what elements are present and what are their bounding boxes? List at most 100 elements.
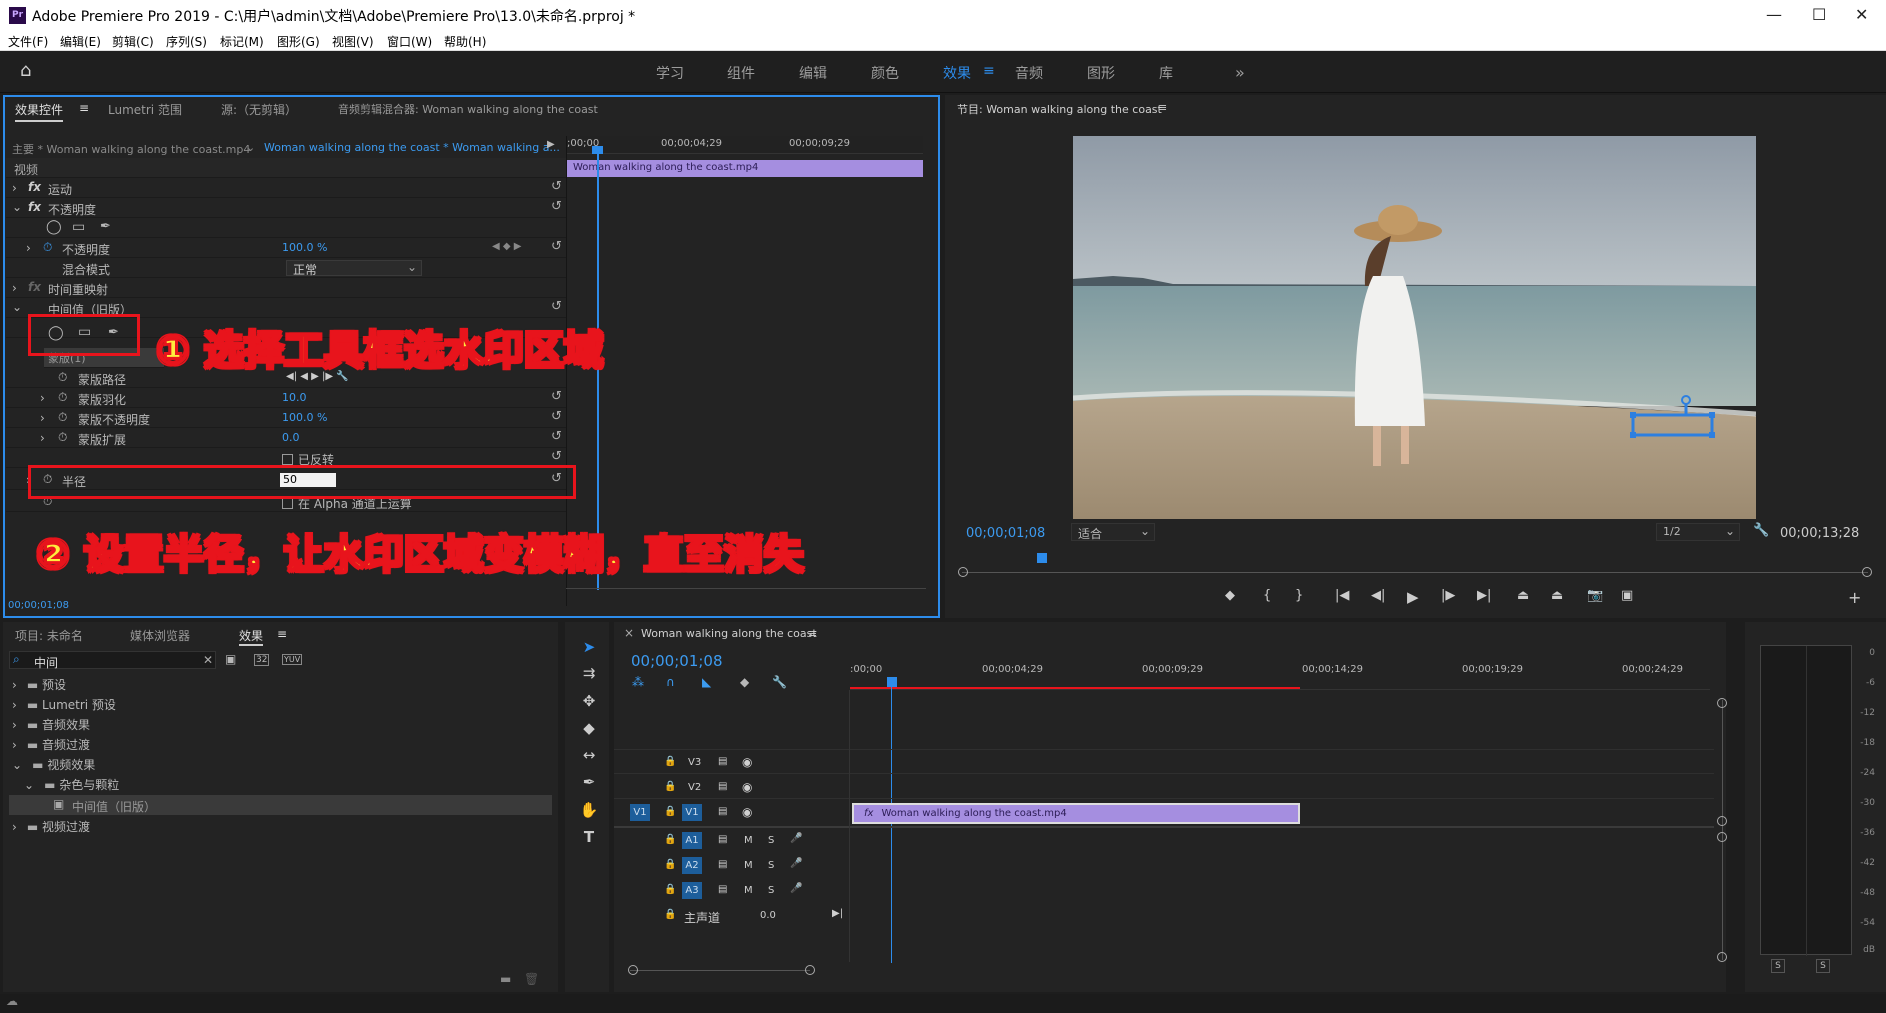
close-button[interactable]: ✕ [1855, 5, 1868, 24]
step-forward-icon[interactable]: |▶ [1441, 588, 1455, 603]
track-target-v1[interactable]: V1 [682, 804, 702, 821]
reset-icon[interactable]: ↺ [551, 449, 562, 464]
menu-help[interactable]: 帮助(H) [444, 33, 486, 50]
razor-tool-icon[interactable]: ◆ [578, 717, 600, 739]
export-frame-icon[interactable]: 📷 [1587, 588, 1603, 603]
menu-clip[interactable]: 剪辑(C) [112, 33, 154, 50]
sequence-clip-label[interactable]: Woman walking along the coast * Woman wa… [264, 141, 560, 154]
reset-icon[interactable]: ↺ [551, 179, 562, 194]
mute-button[interactable]: M [744, 835, 753, 846]
scroll-handle[interactable] [1717, 698, 1727, 708]
scroll-handle[interactable] [628, 965, 638, 975]
effect-time-remap-row[interactable]: › fx 时间重映射 [6, 278, 566, 298]
tab-media-browser[interactable]: 媒体浏览器 [130, 627, 190, 644]
timeline-playhead-handle[interactable] [887, 677, 897, 687]
sync-lock-icon[interactable]: ▤ [718, 884, 727, 895]
eye-icon[interactable]: ◉ [742, 805, 752, 819]
fx-badge-icon[interactable]: fx [28, 180, 41, 194]
blend-mode-select[interactable]: 正常 ⌄ [286, 260, 422, 277]
add-marker-icon[interactable]: ◆ [740, 675, 749, 689]
linked-selection-icon[interactable]: ◣ [702, 675, 711, 689]
master-volume-value[interactable]: 0.0 [760, 910, 776, 921]
tree-item[interactable]: ⌄ ▬ 杂色与颗粒 [24, 776, 119, 793]
fit-select[interactable]: 适合 ⌄ [1071, 523, 1155, 541]
scroll-handle[interactable] [1717, 832, 1727, 842]
toggle-timeline-icon[interactable]: ▶ [547, 139, 555, 150]
solo-button[interactable]: S [768, 835, 774, 846]
fx-badge-icon[interactable]: fx [28, 280, 41, 294]
effects-search-input[interactable]: ⌕ 中间 ✕ [9, 651, 216, 670]
hand-tool-icon[interactable]: ✋ [578, 799, 600, 821]
add-button-icon[interactable]: + [1848, 588, 1861, 607]
reset-icon[interactable]: ↺ [551, 429, 562, 444]
program-scrubber[interactable] [962, 572, 1868, 573]
resolution-select[interactable]: 1/2 ⌄ [1656, 523, 1740, 541]
program-monitor-title[interactable]: 节目: Woman walking along the coast [957, 101, 1162, 117]
program-video-frame[interactable] [1073, 136, 1756, 519]
yuv-effects-icon[interactable]: YUV [282, 654, 303, 665]
scroll-handle[interactable] [1717, 952, 1727, 962]
go-to-in-icon[interactable]: |◀ [1335, 588, 1349, 603]
effect-motion-row[interactable]: › fx 运动 ↺ [6, 178, 566, 198]
fx-badge-icon[interactable]: fx [28, 200, 41, 214]
sync-lock-icon[interactable]: ▤ [718, 859, 727, 870]
slip-tool-icon[interactable]: ↔ [578, 744, 600, 766]
tree-item-selected[interactable]: ▣ 中间值（旧版） [9, 795, 552, 815]
type-tool-icon[interactable]: T [578, 826, 600, 848]
eye-icon[interactable]: ◉ [742, 755, 752, 769]
menu-sequence[interactable]: 序列(S) [166, 33, 207, 50]
snap-icon[interactable]: ∩ [666, 675, 675, 689]
track-target-a2[interactable]: A2 [682, 857, 702, 874]
reset-icon[interactable]: ↺ [551, 389, 562, 404]
tree-item[interactable]: › ▬ 视频过渡 [12, 818, 90, 835]
alpha-checkbox[interactable] [282, 498, 293, 509]
go-to-out-icon[interactable]: ▶| [1477, 588, 1491, 603]
work-area-bar[interactable] [850, 687, 1300, 689]
expand-chevron-icon[interactable]: › [40, 411, 45, 425]
workspace-graphics[interactable]: 图形 [1087, 63, 1115, 83]
ec-scrollbar[interactable] [566, 588, 926, 589]
maximize-button[interactable]: ☐ [1812, 5, 1826, 24]
scroll-handle[interactable] [805, 965, 815, 975]
program-menu-icon[interactable]: ≡ [1158, 101, 1167, 114]
workspace-libraries[interactable]: 库 [1159, 63, 1173, 83]
collapse-chevron-icon[interactable]: ⌄ [12, 300, 22, 314]
program-timecode[interactable]: 00;00;01;08 [966, 526, 1045, 541]
pen-tool-icon[interactable]: ✒ [578, 771, 600, 793]
lift-icon[interactable]: ⏏ [1517, 588, 1529, 603]
workspace-learn[interactable]: 学习 [656, 63, 684, 83]
reset-icon[interactable]: ↺ [551, 239, 562, 254]
timeline-scrollbar[interactable] [630, 970, 810, 971]
pen-mask-icon[interactable]: ✒ [100, 219, 111, 234]
lock-icon[interactable]: 🔒 [664, 909, 676, 920]
workspace-color[interactable]: 颜色 [871, 63, 899, 83]
expand-chevron-icon[interactable]: › [40, 431, 45, 445]
scroll-handle[interactable] [1717, 816, 1727, 826]
extract-icon[interactable]: ⏏ [1551, 588, 1563, 603]
tab-effects[interactable]: 效果 [239, 627, 264, 646]
marker-icon[interactable]: ◆ [1225, 588, 1235, 603]
trash-icon[interactable]: 🗑 [524, 972, 539, 986]
scroll-handle[interactable] [958, 567, 968, 577]
menu-graphics[interactable]: 图形(G) [277, 33, 320, 50]
menu-view[interactable]: 视图(V) [332, 33, 374, 50]
lock-icon[interactable]: 🔒 [664, 859, 676, 870]
microphone-icon[interactable]: 🎤 [790, 883, 802, 894]
timeline-title[interactable]: Woman walking along the coast [641, 627, 817, 640]
expand-chevron-icon[interactable]: › [26, 241, 31, 255]
effect-opacity-row[interactable]: ⌄ fx 不透明度 ↺ [6, 198, 566, 218]
workspace-audio[interactable]: 音频 [1015, 63, 1043, 83]
stopwatch-icon[interactable]: ⏱ [58, 370, 67, 385]
tab-source[interactable]: 源:（无剪辑） [221, 101, 297, 118]
track-select-tool-icon[interactable]: ⇉ [578, 662, 600, 684]
go-to-end-icon[interactable]: ▶| [832, 908, 843, 919]
keyframe-nav-icon[interactable]: ◀ ◆ ▶ [492, 241, 521, 252]
tab-audio-clip-mixer[interactable]: 音频剪辑混合器: Woman walking along the coast [338, 101, 598, 117]
ec-timecode[interactable]: 00;00;01;08 [8, 600, 69, 611]
ripple-edit-tool-icon[interactable]: ✥ [578, 690, 600, 712]
stopwatch-icon[interactable]: ⏱ [43, 240, 52, 255]
close-tab-icon[interactable]: × [624, 626, 634, 640]
solo-button[interactable]: S [768, 860, 774, 871]
menu-window[interactable]: 窗口(W) [387, 33, 432, 50]
timeline-menu-icon[interactable]: ≡ [808, 627, 817, 640]
